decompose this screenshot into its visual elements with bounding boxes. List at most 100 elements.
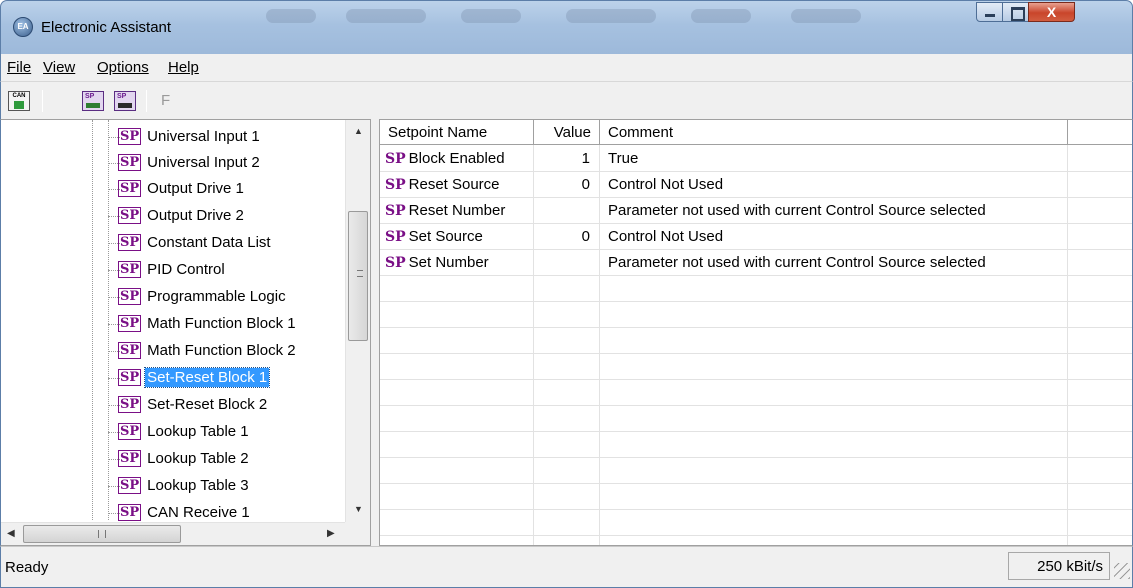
toolbar-separator xyxy=(42,90,43,112)
title-bar[interactable]: EA Electronic Assistant X xyxy=(0,0,1133,54)
tree-item[interactable]: SP PID Control xyxy=(108,257,227,283)
minimize-button[interactable] xyxy=(976,2,1003,22)
setpoint-grid[interactable]: Setpoint Name Value Comment SP Block Enab… xyxy=(379,119,1133,546)
tree-item[interactable]: SP Math Function Block 2 xyxy=(108,338,298,364)
tree-item[interactable]: SP Lookup Table 1 xyxy=(108,419,251,445)
scroll-down-icon[interactable]: ▼ xyxy=(354,504,363,514)
scroll-left-icon[interactable]: ◀ xyxy=(7,528,15,539)
setpoint-value-cell[interactable]: 0 xyxy=(534,172,590,198)
menu-help-label: Help xyxy=(168,59,199,76)
tree-item[interactable]: SP Lookup Table 3 xyxy=(108,473,251,499)
column-header-setpoint-name[interactable]: Setpoint Name xyxy=(380,120,534,145)
app-logo-icon[interactable]: EA xyxy=(13,17,33,37)
tree-item[interactable]: SP Lookup Table 2 xyxy=(108,446,251,472)
tree-connector xyxy=(108,378,120,379)
tree-connector xyxy=(108,459,120,460)
scroll-right-icon[interactable]: ▶ xyxy=(327,528,335,539)
status-text: Ready xyxy=(5,559,49,576)
tree-connector xyxy=(108,432,120,433)
sp-icon: SP xyxy=(118,180,142,197)
can-connect-label: CAN xyxy=(12,93,26,99)
menu-file[interactable]: File xyxy=(7,59,31,76)
pane-splitter[interactable] xyxy=(371,119,379,546)
maximize-button[interactable] xyxy=(1002,2,1029,22)
setpoint-name: Reset Number xyxy=(408,202,506,219)
menu-help[interactable]: Help xyxy=(168,59,199,76)
menu-bar: File View Options Help xyxy=(0,54,1133,81)
menu-view[interactable]: View xyxy=(43,59,75,76)
setpoint-value-cell[interactable] xyxy=(534,198,590,224)
grid-row-line xyxy=(380,535,1132,536)
tree-item-label: Output Drive 1 xyxy=(147,180,244,197)
setpoint-comment-cell: Parameter not used with current Control … xyxy=(608,254,986,271)
tree-connector xyxy=(108,513,120,514)
sp-open-label: SP xyxy=(85,93,95,100)
sp-open-bar xyxy=(86,103,100,108)
tree-connector xyxy=(108,243,120,244)
setpoint-name-cell[interactable]: SP Reset Number xyxy=(385,198,533,224)
tree-item-label: Programmable Logic xyxy=(147,288,286,305)
grid-row-line xyxy=(380,353,1132,354)
sp-save-icon[interactable]: SP xyxy=(114,91,136,111)
grid-row-line xyxy=(380,457,1132,458)
tree-connector xyxy=(108,270,120,271)
connect-arrow-icon xyxy=(14,101,24,109)
scroll-grip-icon xyxy=(357,270,363,277)
tree-item-label: Math Function Block 1 xyxy=(147,315,296,332)
f-button[interactable]: F xyxy=(161,92,170,109)
horizontal-scroll-thumb[interactable] xyxy=(23,525,181,543)
menu-options[interactable]: Options xyxy=(97,59,149,76)
background-blur xyxy=(346,9,426,23)
sp-icon: SP xyxy=(118,128,142,145)
setpoint-name-cell[interactable]: SP Set Source xyxy=(385,224,533,250)
setpoint-value-cell[interactable]: 1 xyxy=(534,146,590,172)
setpoint-name-cell[interactable]: SP Reset Source xyxy=(385,172,533,198)
sp-icon: SP xyxy=(118,288,142,305)
tree-item-selected[interactable]: SP Set-Reset Block 1 xyxy=(108,365,271,391)
grid-header: Setpoint Name Value Comment xyxy=(380,120,1132,145)
tree-item-label: Output Drive 2 xyxy=(147,207,244,224)
tree-item[interactable]: SP Output Drive 2 xyxy=(108,203,246,229)
setpoint-comment-cell: Parameter not used with current Control … xyxy=(608,202,986,219)
grid-row-line xyxy=(380,327,1132,328)
tree-item[interactable]: SP Output Drive 1 xyxy=(108,176,246,202)
background-blur xyxy=(566,9,656,23)
tree-connector xyxy=(108,324,120,325)
tree-item[interactable]: SP Math Function Block 1 xyxy=(108,311,298,337)
column-header-comment[interactable]: Comment xyxy=(600,120,1068,145)
tree-vertical-scrollbar[interactable]: ▲ ▼ xyxy=(345,120,370,522)
sp-icon: SP xyxy=(118,154,142,171)
setpoint-value-cell[interactable] xyxy=(534,250,590,276)
setpoint-name-cell[interactable]: SP Block Enabled xyxy=(385,146,533,172)
setpoint-name-cell[interactable]: SP Set Number xyxy=(385,250,533,276)
tree-item-label: Lookup Table 1 xyxy=(147,423,249,440)
close-button[interactable]: X xyxy=(1028,2,1075,22)
setpoint-value-cell[interactable]: 0 xyxy=(534,224,590,250)
setpoint-name: Set Source xyxy=(408,228,483,245)
tree-item[interactable]: SP Universal Input 2 xyxy=(108,150,262,176)
can-connect-icon[interactable]: CAN xyxy=(8,91,30,111)
tree-item[interactable]: SP Universal Input 1 xyxy=(108,124,262,150)
tree-item-label: Math Function Block 2 xyxy=(147,342,296,359)
sp-icon: SP xyxy=(118,315,142,332)
column-header-value[interactable]: Value xyxy=(534,120,600,145)
setpoint-tree[interactable]: SP Universal Input 1 SP Universal Input 2 … xyxy=(0,119,371,546)
scroll-up-icon[interactable]: ▲ xyxy=(354,126,363,136)
tree-connector xyxy=(108,405,120,406)
resize-grip-icon[interactable] xyxy=(1114,563,1130,579)
tree-item-label: Constant Data List xyxy=(147,234,271,251)
tree-item-label: PID Control xyxy=(147,261,225,278)
tree-horizontal-scrollbar[interactable]: ◀ ▶ xyxy=(1,522,345,545)
tree-connector xyxy=(108,189,120,190)
tree-item[interactable]: SP Programmable Logic xyxy=(108,284,288,310)
menu-view-label: View xyxy=(43,59,76,76)
tree-connector xyxy=(108,216,120,217)
grid-row-line xyxy=(380,483,1132,484)
vertical-scroll-thumb[interactable] xyxy=(348,211,368,341)
sp-open-icon[interactable]: SP xyxy=(82,91,104,111)
tree-item[interactable]: SP Constant Data List xyxy=(108,230,273,256)
grid-row-line xyxy=(380,301,1132,302)
setpoint-comment-cell: Control Not Used xyxy=(608,228,724,245)
toolbar: CAN SP SP F xyxy=(0,81,1133,119)
tree-item[interactable]: SP Set-Reset Block 2 xyxy=(108,392,269,418)
